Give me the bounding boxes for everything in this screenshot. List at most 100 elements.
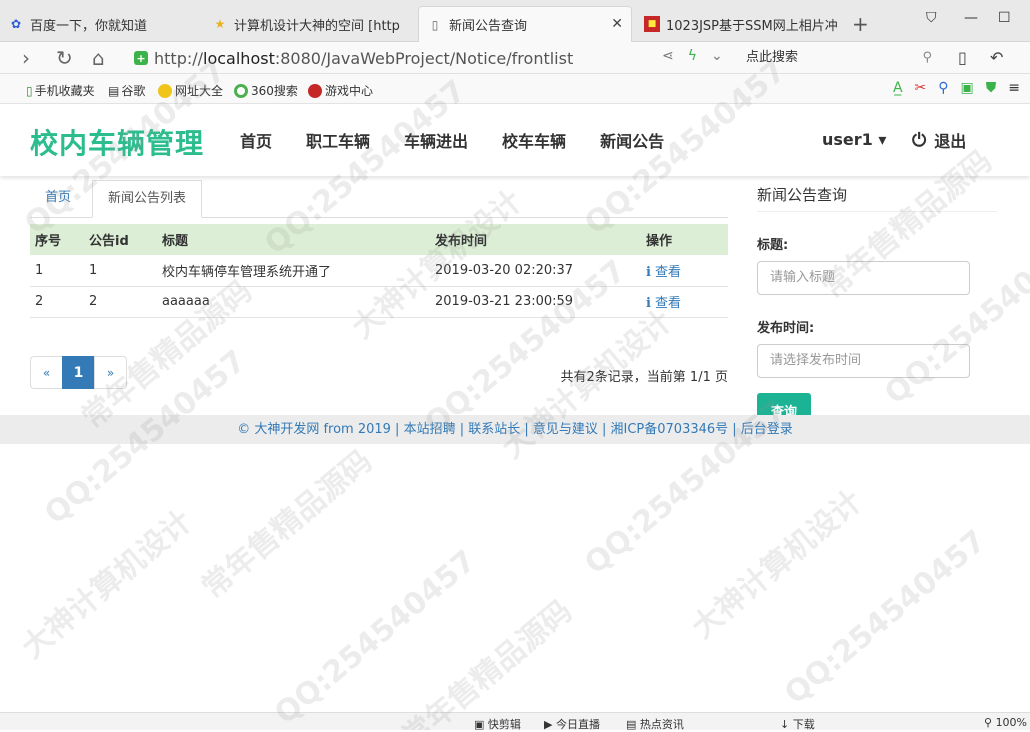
- share-icon[interactable]: ⋖: [662, 48, 674, 64]
- table-row: 2 2 aaaaaa 2019-03-21 23:00:59 i 查看: [30, 286, 728, 318]
- new-tab-icon[interactable]: +: [852, 12, 869, 36]
- site-brand[interactable]: 校内车辆管理: [30, 122, 204, 162]
- menu-item-home[interactable]: 首页: [240, 128, 272, 152]
- col-time: 发布时间: [430, 224, 641, 255]
- page-prev-button[interactable]: «: [30, 356, 63, 389]
- undo-icon[interactable]: ↶: [990, 48, 1003, 67]
- notice-table: 序号 公告id 标题 发布时间 操作 1 1 校内车辆停车管理系统开通了 201…: [30, 224, 728, 318]
- chevron-down-icon[interactable]: ⌄: [711, 48, 723, 64]
- minimize-icon[interactable]: —: [964, 10, 978, 26]
- browser-tab-space[interactable]: ★ 计算机设计大神的空间 [http: [204, 6, 414, 42]
- title-input[interactable]: 请输入标题: [757, 261, 970, 295]
- shield-check-icon[interactable]: ⛊: [986, 80, 997, 96]
- page-footer[interactable]: © 大神开发网 from 2019 | 本站招聘 | 联系站长 | 意见与建议 …: [0, 415, 1030, 444]
- view-link[interactable]: i 查看: [641, 255, 728, 287]
- bookmarks-bar: ▯ 手机收藏夹 ▤ 谷歌 网址大全 360搜索 游戏中心 A̲ ✂ ⚲ ▣ ⛊ ≡: [0, 74, 1030, 104]
- cell-index: 1: [30, 255, 84, 287]
- power-icon: ⏻: [912, 129, 927, 151]
- cell-id: 2: [84, 286, 157, 318]
- main-content: 首页 新闻公告列表 序号 公告id 标题 发布时间 操作 1 1 校内车辆停车管…: [30, 180, 728, 389]
- url-field[interactable]: + http://localhost:8080/JavaWebProject/N…: [134, 44, 644, 72]
- browser-tabstrip: ✿ 百度一下，你就知道 ★ 计算机设计大神的空间 [http ▯ 新闻公告查询 …: [0, 0, 1030, 42]
- logout-button[interactable]: ⏻ 退出: [912, 128, 966, 152]
- query-panel: 新闻公告查询 标题: 请输入标题 发布时间: 请选择发布时间 查询: [757, 180, 997, 427]
- page-1-button[interactable]: 1: [62, 356, 95, 389]
- title-label: 标题:: [757, 238, 789, 253]
- tablet-icon[interactable]: ▯: [958, 48, 967, 67]
- scissors-icon[interactable]: ✂: [915, 80, 927, 96]
- bookmark-mobile[interactable]: ▯ 手机收藏夹: [26, 82, 95, 99]
- red-square-icon: ■: [644, 16, 660, 32]
- browser-tab-photo[interactable]: ■ 1023JSP基于SSM网上相片冲: [636, 6, 846, 42]
- cell-index: 2: [30, 286, 84, 318]
- info-icon: i: [646, 264, 651, 280]
- phone-icon: ▯: [26, 83, 33, 98]
- address-bar: › ↻ ⌂ + http://localhost:8080/JavaWebPro…: [0, 42, 1030, 74]
- status-zoom[interactable]: ⚲ 100%: [984, 716, 1027, 729]
- info-icon: i: [646, 296, 651, 311]
- page-tabs: 首页 新闻公告列表: [30, 180, 728, 218]
- magnifier-icon[interactable]: ⚲: [938, 80, 948, 96]
- bookmark-google[interactable]: ▤ 谷歌: [108, 82, 145, 99]
- watermark-text: 常年售精品源码: [195, 443, 379, 606]
- nav-globe-icon: [158, 83, 172, 98]
- user-dropdown[interactable]: user1 ▾: [822, 130, 886, 149]
- view-link[interactable]: i 查看: [641, 286, 728, 318]
- cell-time: 2019-03-21 23:00:59: [430, 286, 641, 318]
- col-id: 公告id: [84, 224, 157, 255]
- col-index: 序号: [30, 224, 84, 255]
- translate-icon[interactable]: A̲: [893, 80, 903, 96]
- browser-statusbar: ▣ 快剪辑 ▶ 今日直播 ▤ 热点资讯 ↓ 下载 ⚲ 100%: [0, 712, 1030, 731]
- lightning-icon[interactable]: ϟ: [688, 48, 697, 64]
- cell-title: 校内车辆停车管理系统开通了: [157, 255, 430, 287]
- menu-icon[interactable]: ≡: [1008, 80, 1020, 96]
- record-count: 共有2条记录，当前第 1/1 页: [560, 370, 728, 385]
- publish-time-input[interactable]: 请选择发布时间: [757, 344, 970, 378]
- tab-home[interactable]: 首页: [30, 180, 86, 218]
- home-icon[interactable]: ⌂: [92, 46, 105, 70]
- maximize-icon[interactable]: ☐: [998, 10, 1011, 26]
- main-menu: 首页 职工车辆 车辆进出 校车车辆 新闻公告: [240, 128, 698, 152]
- page-next-button[interactable]: »: [94, 356, 127, 389]
- watermark-text: QQ:254540457: [778, 523, 993, 712]
- pagination: « 1 »: [30, 356, 127, 389]
- search360-icon: [234, 83, 248, 98]
- bookmark-360[interactable]: 360搜索: [234, 82, 298, 99]
- doc-icon: ▤: [108, 83, 120, 98]
- publish-time-label: 发布时间:: [757, 321, 815, 336]
- menu-item-school-bus[interactable]: 校车车辆: [502, 128, 566, 152]
- table-header-row: 序号 公告id 标题 发布时间 操作: [30, 224, 728, 255]
- watermark-text: 大神计算机设计: [15, 503, 199, 666]
- game-icon: [308, 83, 322, 98]
- table-row: 1 1 校内车辆停车管理系统开通了 2019-03-20 02:20:37 i查…: [30, 255, 728, 287]
- query-panel-title: 新闻公告查询: [757, 180, 997, 212]
- shirt-icon[interactable]: ⛉: [926, 10, 937, 26]
- search-icon[interactable]: ⚲: [922, 46, 932, 70]
- menu-item-vehicle-access[interactable]: 车辆进出: [404, 128, 468, 152]
- col-title: 标题: [157, 224, 430, 255]
- cell-time: 2019-03-20 02:20:37: [430, 255, 641, 287]
- browser-tab-baidu[interactable]: ✿ 百度一下，你就知道: [0, 6, 200, 42]
- close-tab-icon[interactable]: ✕: [611, 16, 623, 32]
- tab-news-list[interactable]: 新闻公告列表: [92, 180, 203, 218]
- address-tools: ⋖ ϟ ⌄: [662, 48, 723, 64]
- watermark-text: QQ:254540457: [268, 543, 483, 730]
- extension-tools: A̲ ✂ ⚲ ▣ ⛊ ≡: [893, 80, 1020, 96]
- reload-icon[interactable]: ↻: [56, 46, 73, 70]
- bookmark-nav[interactable]: 网址大全: [158, 82, 223, 99]
- menu-item-news[interactable]: 新闻公告: [600, 128, 664, 152]
- secure-shield-icon: +: [134, 51, 148, 65]
- baidu-paw-icon: ✿: [10, 17, 22, 31]
- menu-item-staff-vehicles[interactable]: 职工车辆: [306, 128, 370, 152]
- browser-tab-active[interactable]: ▯ 新闻公告查询 ✕: [418, 6, 632, 42]
- site-navbar: 校内车辆管理 首页 职工车辆 车辆进出 校车车辆 新闻公告 user1 ▾ ⏻ …: [0, 104, 1030, 176]
- forward-icon[interactable]: ›: [22, 46, 30, 70]
- watermark-text: 常年售精品源码: [395, 593, 579, 730]
- gamepad-icon[interactable]: ▣: [961, 80, 974, 96]
- cell-id: 1: [84, 255, 157, 287]
- bookmark-games[interactable]: 游戏中心: [308, 82, 373, 99]
- cell-title: aaaaaa: [157, 286, 430, 318]
- col-action: 操作: [641, 224, 728, 255]
- page-icon: ▯: [431, 17, 439, 32]
- search-input[interactable]: 点此搜索 ⚲: [734, 46, 942, 70]
